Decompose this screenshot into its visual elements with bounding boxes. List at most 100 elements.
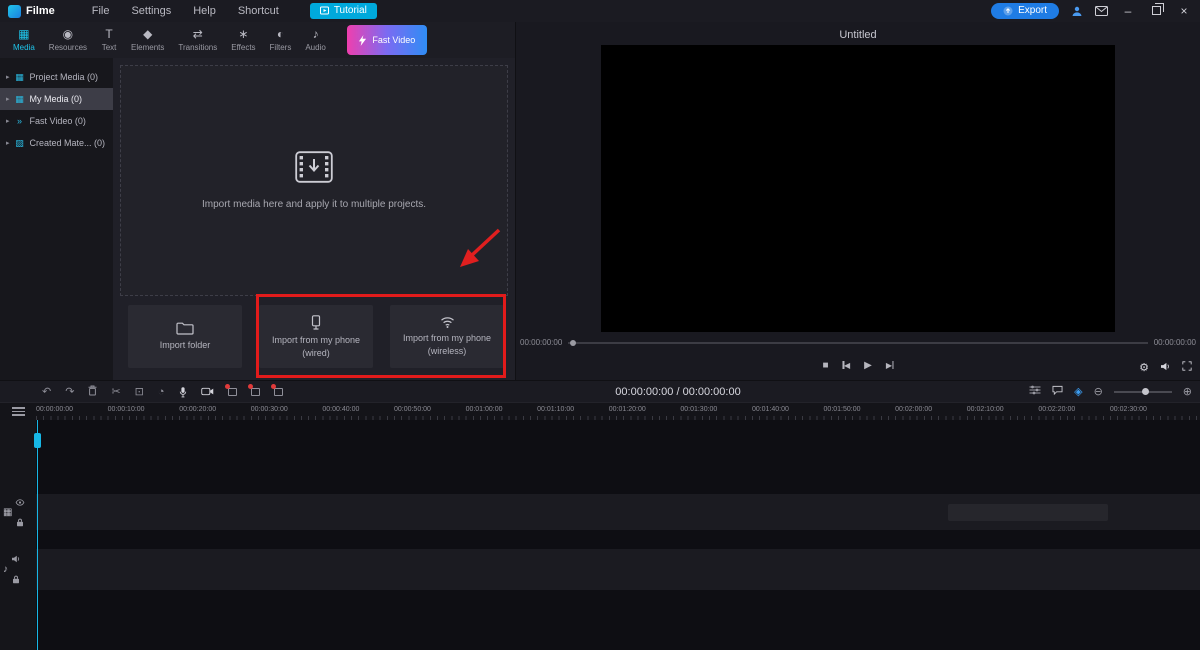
marker-tool-3[interactable] <box>274 388 283 396</box>
volume-icon[interactable] <box>1160 362 1171 374</box>
app-name: Filme <box>26 5 55 17</box>
track-mixer-icon[interactable] <box>1029 385 1041 398</box>
video-preview-screen <box>601 45 1115 332</box>
track-headers: ▦ ♪ <box>0 420 36 650</box>
track-mute-speaker-icon[interactable] <box>11 550 21 568</box>
export-label: Export <box>1018 5 1047 16</box>
sidebar-item-my-media[interactable]: ▸ ▦ My Media (0) <box>0 88 113 110</box>
main-area: ▦ Media ◉ Resources T Text ◆ Elements ⇄ … <box>0 22 1200 380</box>
tab-effects[interactable]: ∗ Effects <box>224 28 262 52</box>
menu-file[interactable]: File <box>81 5 121 17</box>
sidebar-item-created-materials[interactable]: ▸ ▨ Created Mate... (0) <box>0 132 113 154</box>
playhead-handle[interactable] <box>34 433 41 448</box>
empty-clip-placeholder <box>948 504 1108 521</box>
chevron-right-icon: ▸ <box>6 73 10 81</box>
stop-button[interactable]: ■ <box>822 360 828 371</box>
import-hint-text: Import media here and apply it to multip… <box>202 199 426 210</box>
elements-icon: ◆ <box>143 28 152 41</box>
tab-text[interactable]: T Text <box>94 28 124 52</box>
audio-track[interactable] <box>36 549 1200 590</box>
ribbon-tabs: ▦ Media ◉ Resources T Text ◆ Elements ⇄ … <box>0 22 515 58</box>
track-visibility-eye-icon[interactable] <box>15 493 25 511</box>
preview-options: ⚙ <box>1139 361 1192 374</box>
tab-media[interactable]: ▦ Media <box>6 28 42 52</box>
tab-filters[interactable]: ◐ Filters <box>263 28 299 52</box>
minimize-button[interactable]: – <box>1120 5 1136 17</box>
menu-settings[interactable]: Settings <box>120 5 182 17</box>
sidebar-item-label: Fast Video (0) <box>30 116 86 126</box>
record-voiceover-mic-icon[interactable] <box>179 386 187 398</box>
redo-button[interactable]: ↷ <box>65 385 74 398</box>
tutorial-button[interactable]: Tutorial <box>310 3 377 19</box>
transitions-icon: ⇄ <box>193 28 203 41</box>
fast-video-button[interactable]: Fast Video <box>347 25 427 55</box>
timeline-toolbar: ↶ ↷ ✂ ⊡ ◔ 00:00:00:00 / 00:00:00:00 ◈ ⊖ … <box>0 380 1200 402</box>
sidebar-item-label: My Media (0) <box>30 94 83 104</box>
text-icon: T <box>105 28 112 41</box>
import-folder-button[interactable]: Import folder <box>128 305 242 368</box>
preview-controls: ■ ◀ ▶ ▶ ⚙ <box>516 360 1200 378</box>
playhead[interactable] <box>37 420 38 650</box>
zoom-slider-knob[interactable] <box>1142 388 1149 395</box>
zoom-out-button[interactable]: ⊖ <box>1094 385 1103 398</box>
track-lock-icon[interactable] <box>12 571 20 589</box>
track-lock-icon[interactable] <box>16 514 24 532</box>
library-body: ▸ ▦ Project Media (0) ▸ ▦ My Media (0) ▸… <box>0 58 515 380</box>
comment-flag-icon[interactable] <box>1052 385 1063 398</box>
zoom-in-button[interactable]: ⊕ <box>1183 385 1192 398</box>
undo-button[interactable]: ↶ <box>42 385 51 398</box>
timeline-timecode: 00:00:00:00 / 00:00:00:00 <box>615 386 740 398</box>
tab-elements[interactable]: ◆ Elements <box>124 28 171 52</box>
sidebar-item-project-media[interactable]: ▸ ▦ Project Media (0) <box>0 66 113 88</box>
chevron-right-icon: ▸ <box>6 117 10 125</box>
tab-resources[interactable]: ◉ Resources <box>42 28 94 52</box>
preview-scrubber[interactable] <box>568 342 1147 344</box>
record-webcam-camera-icon[interactable] <box>201 387 214 396</box>
menu-help[interactable]: Help <box>182 5 227 17</box>
crop-button[interactable]: ⊡ <box>135 385 144 398</box>
preview-scrubber-row: 00:00:00:00 00:00:00:00 <box>516 338 1200 347</box>
scrubber-handle[interactable] <box>570 340 576 346</box>
menu-shortcut[interactable]: Shortcut <box>227 5 290 17</box>
preview-panel: Untitled 00:00:00:00 00:00:00:00 ■ ◀ ▶ ▶… <box>515 22 1200 380</box>
tab-transitions[interactable]: ⇄ Transitions <box>171 28 224 52</box>
sidebar-item-label: Project Media (0) <box>30 72 99 82</box>
audio-icon: ♪ <box>313 28 319 41</box>
marker-tool-2[interactable] <box>251 388 260 396</box>
project-title: Untitled <box>516 22 1200 41</box>
play-button[interactable]: ▶ <box>864 360 872 371</box>
close-button[interactable]: × <box>1176 5 1192 17</box>
account-icon[interactable] <box>1071 5 1083 17</box>
speed-button[interactable]: ◔ <box>158 386 165 398</box>
mail-icon[interactable] <box>1095 6 1108 16</box>
marker-tool-1[interactable] <box>228 388 237 396</box>
tutorial-icon <box>320 6 329 15</box>
next-frame-button[interactable]: ▶ <box>886 360 894 371</box>
timeline-zoom-slider[interactable] <box>1114 391 1172 393</box>
export-button[interactable]: Export <box>991 3 1059 19</box>
effects-icon: ∗ <box>238 28 248 41</box>
folder-icon <box>176 322 194 335</box>
wifi-icon <box>440 316 455 328</box>
media-panel: Import media here and apply it to multip… <box>113 58 515 380</box>
fast-video-icon <box>358 35 367 46</box>
delete-button[interactable] <box>88 385 97 399</box>
ruler-scale[interactable]: 00:00:00:0000:00:10:0000:00:20:0000:00:3… <box>36 403 1200 420</box>
import-media-icon <box>295 151 333 183</box>
track-options-button[interactable] <box>0 403 36 420</box>
split-scissors-button[interactable]: ✂ <box>111 385 120 398</box>
import-phone-wired-button[interactable]: Import from my phone (wired) <box>259 305 373 368</box>
fullscreen-icon[interactable] <box>1182 361 1192 374</box>
media-library-panel: ▦ Media ◉ Resources T Text ◆ Elements ⇄ … <box>0 22 515 380</box>
preview-settings-gear-icon[interactable]: ⚙ <box>1139 361 1149 374</box>
restore-button[interactable] <box>1148 5 1164 17</box>
import-phone-wireless-button[interactable]: Import from my phone (wireless) <box>390 305 504 368</box>
import-dropzone[interactable]: Import media here and apply it to multip… <box>120 65 508 296</box>
snap-keyframe-icon[interactable]: ◈ <box>1074 385 1082 398</box>
sidebar-item-fast-video[interactable]: ▸ » Fast Video (0) <box>0 110 113 132</box>
tab-audio[interactable]: ♪ Audio <box>298 28 332 52</box>
previous-frame-button[interactable]: ◀ <box>843 360 851 371</box>
video-track[interactable] <box>36 494 1200 530</box>
timeline-edit-tools: ↶ ↷ ✂ ⊡ ◔ <box>0 385 283 399</box>
timeline-ruler: 00:00:00:0000:00:10:0000:00:20:0000:00:3… <box>0 402 1200 420</box>
